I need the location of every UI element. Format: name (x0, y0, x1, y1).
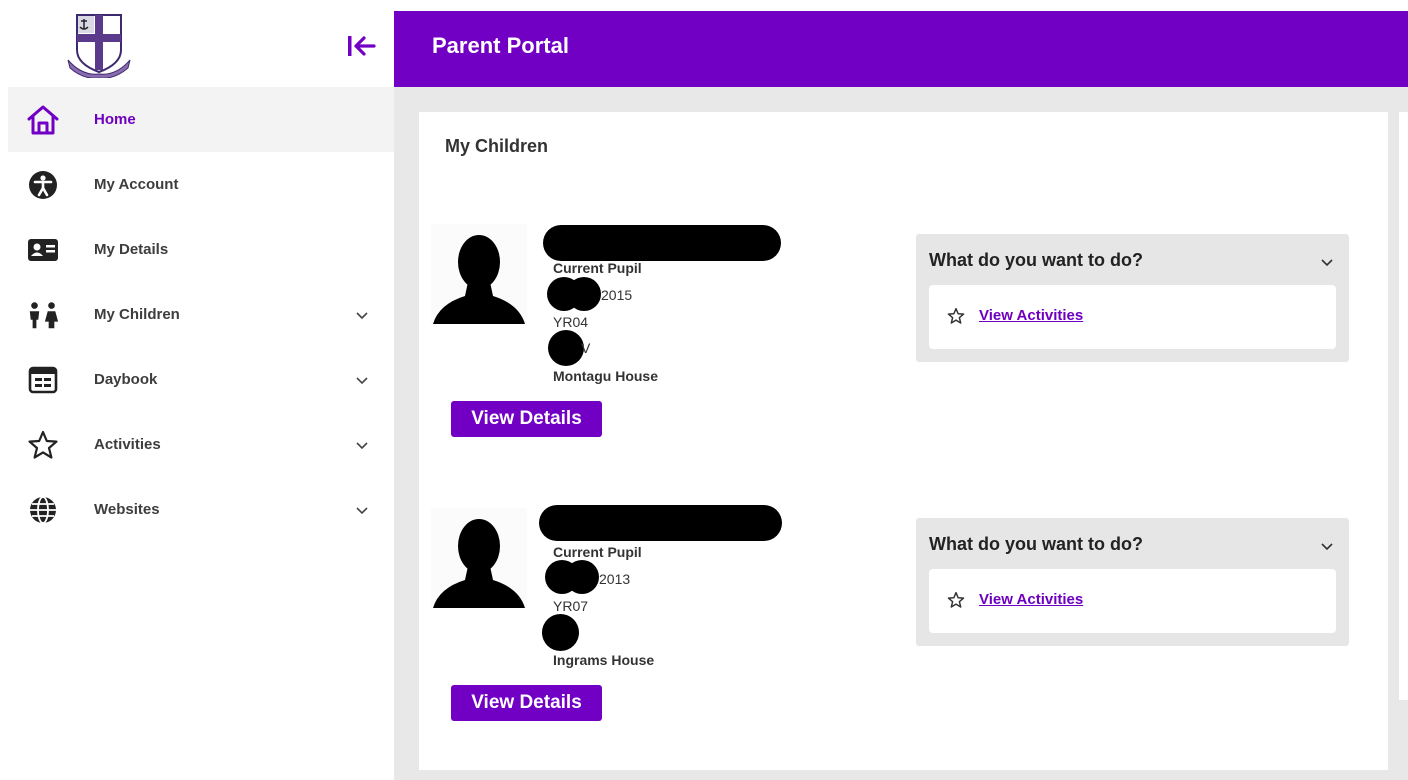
chevron-down-icon[interactable] (354, 372, 370, 388)
actions-panel-title[interactable]: What do you want to do? (929, 534, 1143, 555)
daybook-icon (26, 363, 60, 397)
my-children-card: My Children Current Pupil 2015 YR04 V Mo… (419, 112, 1388, 770)
sidebar-item-my-details[interactable]: My Details (8, 217, 394, 282)
sidebar-item-label: My Details (94, 241, 169, 258)
child-house: Montagu House (553, 368, 658, 384)
chevron-down-icon[interactable] (354, 437, 370, 453)
collapse-arrow-icon (348, 36, 376, 56)
school-crest-logo (64, 12, 134, 79)
view-details-button[interactable]: View Details (451, 685, 602, 721)
child-avatar (431, 224, 527, 324)
portal-header: Parent Portal (394, 11, 1408, 87)
sidebar-item-activities[interactable]: Activities (8, 412, 394, 477)
star-icon (947, 307, 965, 325)
child-year-group: YR04 (553, 314, 589, 330)
globe-icon (26, 493, 60, 527)
child-entry: Current Pupil 2013 YR07 Ingrams House Vi… (419, 505, 1388, 746)
sidebar-item-label: My Children (94, 306, 180, 323)
sidebar-item-label: Websites (94, 501, 160, 518)
sidebar-item-label: Daybook (94, 371, 158, 388)
accessibility-icon (26, 168, 60, 202)
star-icon (947, 591, 965, 609)
redaction-dot (565, 560, 599, 594)
star-icon (26, 428, 60, 462)
page-title: Parent Portal (432, 33, 569, 58)
child-name-redacted (539, 505, 782, 541)
home-icon (26, 103, 60, 137)
child-entry: Current Pupil 2015 YR04 V Montagu House … (419, 222, 1388, 462)
view-activities-link[interactable]: View Activities (979, 307, 1083, 324)
id-card-icon (26, 233, 60, 267)
actions-panel-body: View Activities (929, 569, 1336, 633)
child-name-redacted (543, 225, 781, 261)
section-title: My Children (445, 136, 549, 156)
child-house: Ingrams House (553, 652, 655, 668)
actions-panel: What do you want to do? View Activities (916, 234, 1349, 362)
child-dob: 2015 (601, 287, 633, 303)
sidebar-item-label: My Account (94, 176, 179, 193)
child-status: Current Pupil (553, 544, 642, 560)
child-dob: 2013 (599, 571, 631, 587)
side-panel-edge (1399, 112, 1408, 700)
redaction-dot (542, 614, 579, 651)
child-avatar (431, 508, 527, 608)
actions-panel: What do you want to do? View Activities (916, 518, 1349, 646)
person-silhouette-icon (433, 235, 525, 324)
sidebar-item-websites[interactable]: Websites (8, 477, 394, 542)
children-icon (26, 298, 60, 332)
person-silhouette-icon (433, 519, 525, 608)
redaction-dot (548, 330, 584, 366)
redaction-dot (567, 277, 601, 311)
view-activities-link[interactable]: View Activities (979, 591, 1083, 608)
chevron-down-icon[interactable] (354, 502, 370, 518)
sidebar-item-home[interactable]: Home (8, 87, 394, 152)
view-details-button[interactable]: View Details (451, 401, 602, 437)
collapse-sidebar-button[interactable] (344, 31, 378, 61)
sidebar-item-my-account[interactable]: My Account (8, 152, 394, 217)
sidebar-item-daybook[interactable]: Daybook (8, 347, 394, 412)
child-year-group: YR07 (553, 598, 589, 614)
actions-panel-title[interactable]: What do you want to do? (929, 250, 1143, 271)
child-status: Current Pupil (553, 260, 642, 276)
child-form: V (581, 340, 591, 356)
sidebar-nav: Home My Account My Details My Children D… (8, 87, 394, 542)
sidebar: Home My Account My Details My Children D… (0, 0, 394, 780)
chevron-down-icon[interactable] (1319, 254, 1335, 270)
actions-panel-body: View Activities (929, 285, 1336, 349)
sidebar-item-label: Home (94, 111, 136, 128)
chevron-down-icon[interactable] (1319, 538, 1335, 554)
chevron-down-icon[interactable] (354, 307, 370, 323)
sidebar-item-label: Activities (94, 436, 161, 453)
sidebar-item-my-children[interactable]: My Children (8, 282, 394, 347)
